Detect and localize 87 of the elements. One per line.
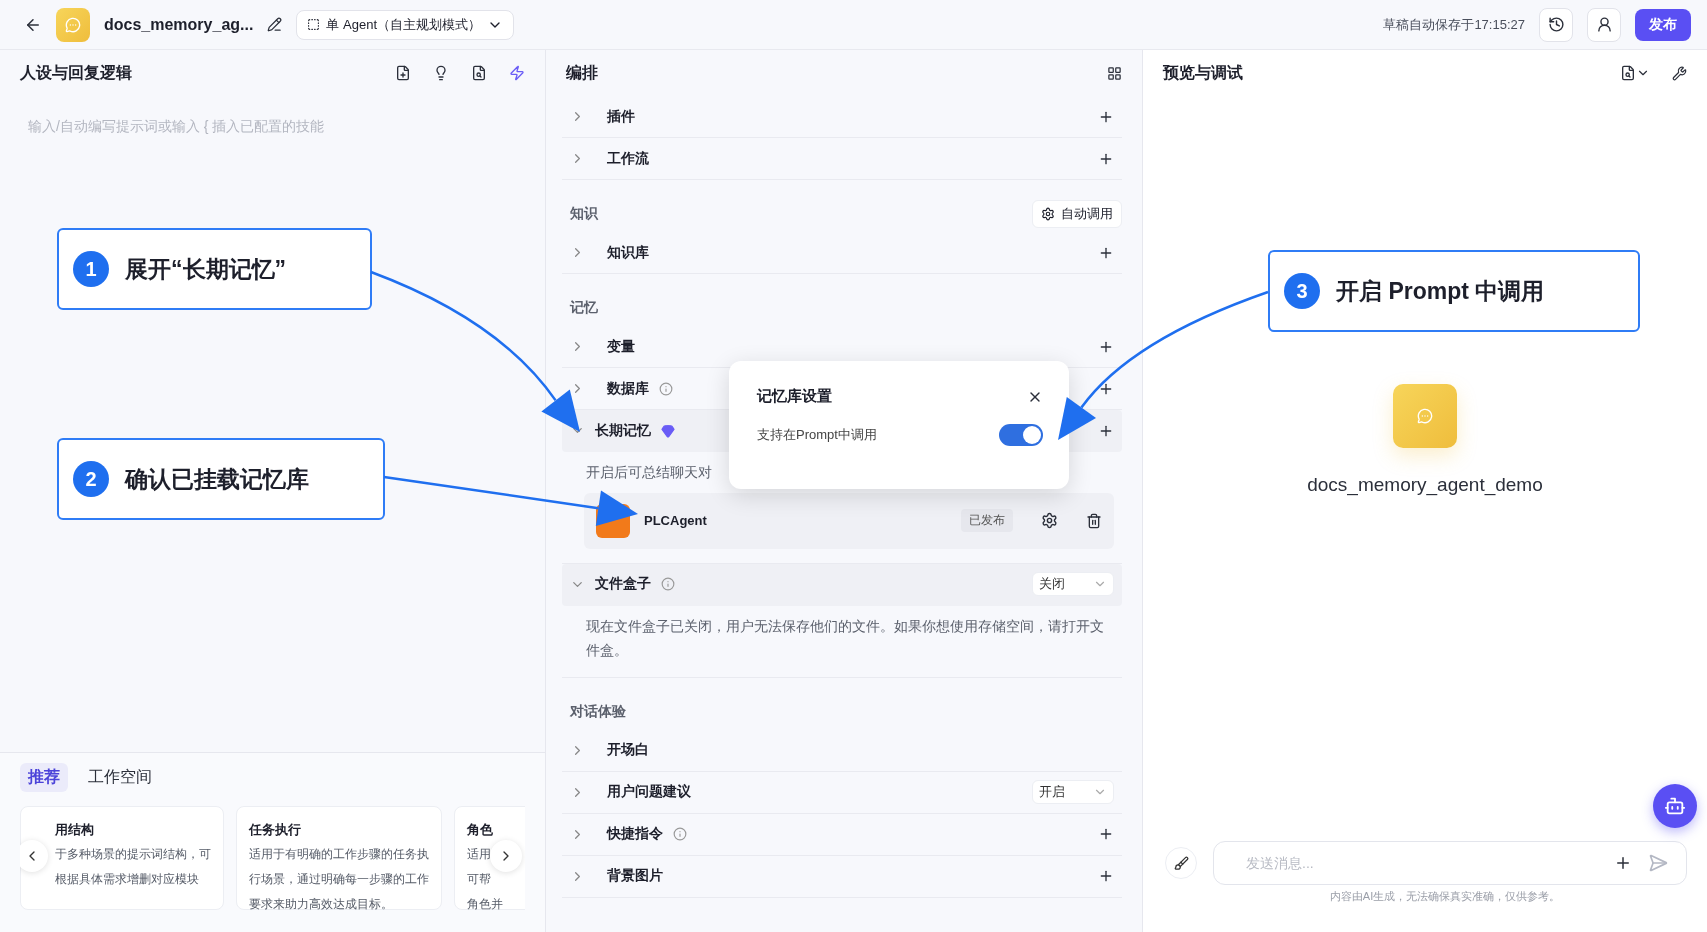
row-label: 文件盒子 (595, 575, 651, 593)
row-label: 背景图片 (607, 867, 663, 885)
card-text: 适用于有明确的工作步骤的任务执 (249, 846, 429, 863)
row-label: 开场白 (607, 741, 649, 759)
status-badge: 已发布 (961, 509, 1013, 532)
row-label: 插件 (607, 107, 635, 126)
card-text: 可帮 (467, 871, 491, 889)
toggle-switch[interactable] (999, 424, 1043, 446)
template-card[interactable]: 角色 适用 可帮 角色并 (454, 806, 525, 910)
add-icon[interactable] (1614, 854, 1632, 872)
edit-icon[interactable] (267, 17, 283, 32)
settings-icon[interactable] (1041, 512, 1058, 529)
card-title: 角色 (467, 821, 493, 839)
auto-call-button[interactable]: 自动调用 (1032, 200, 1122, 228)
document-dropdown-icon[interactable] (1620, 65, 1650, 81)
card-text: 要求来助力高效达成目标。 (249, 896, 393, 910)
file-search-icon[interactable] (471, 65, 487, 81)
wrench-icon[interactable] (1672, 65, 1687, 81)
row-label: 变量 (607, 337, 635, 356)
trash-icon[interactable] (1086, 512, 1102, 529)
dropdown[interactable]: 开启 (1032, 780, 1114, 804)
card-title: 任务执行 (249, 821, 301, 839)
panel-title: 预览与调试 (1163, 62, 1243, 83)
lightning-icon[interactable] (509, 65, 525, 81)
template-card[interactable]: 任务执行 适用于有明确的工作步骤的任务执 行场景，通过明确每一步骤的工作 要求来助力高效达成目标。 (236, 806, 442, 910)
history-icon[interactable] (1539, 7, 1573, 42)
message-field[interactable]: 发送消息... (1244, 854, 1598, 872)
section-row[interactable]: 背景图片 (562, 855, 1122, 898)
section-row[interactable]: 快捷指令 (562, 813, 1122, 856)
app-icon (56, 7, 90, 42)
row-label: 用户问题建议 (607, 783, 691, 801)
agent-avatar (1393, 384, 1457, 448)
mode-dropdown[interactable]: 单 Agent（自主规划模式） (296, 9, 514, 40)
callout-text: 确认已挂载记忆库 (125, 464, 309, 494)
template-card[interactable]: 用结构 于多种场景的提示词结构，可 根据具体需求增删对应模块 (20, 806, 224, 910)
option-label: 支持在Prompt中调用 (757, 426, 877, 444)
panel-title: 编排 (566, 62, 598, 83)
add-icon[interactable] (1098, 868, 1114, 884)
gear-icon (1041, 207, 1055, 221)
agent-name: PLCAgent (644, 513, 707, 528)
card-text: 角色并 (467, 896, 503, 910)
section-title: 记忆 (570, 299, 598, 317)
file-plus-icon[interactable] (395, 65, 411, 81)
row-label: 工作流 (607, 149, 649, 168)
person-icon[interactable] (1587, 7, 1621, 42)
dropdown[interactable]: 关闭 (1032, 572, 1114, 596)
app-name: docs_memory_ag... (104, 15, 254, 34)
tab[interactable]: 工作空间 (80, 763, 160, 792)
section-row[interactable]: 知识库 (562, 232, 1122, 274)
card-text: 于多种场景的提示词结构，可 (55, 846, 211, 863)
tab[interactable]: 推荐 (20, 763, 68, 792)
robot-icon (1664, 795, 1686, 817)
card-text: 根据具体需求增删对应模块 (55, 871, 199, 889)
card-text: 适用 (467, 846, 491, 863)
step-number: 2 (73, 461, 109, 497)
autosave-status: 草稿自动保存于17:15:27 (1383, 15, 1525, 34)
message-bar[interactable]: 发送消息... (1213, 841, 1687, 885)
row-label: 长期记忆 (595, 421, 651, 440)
grid-icon[interactable] (1107, 65, 1122, 81)
row-label: 快捷指令 (607, 825, 663, 843)
section-row[interactable]: 插件 (562, 96, 1122, 138)
description: 现在文件盒子已关闭，用户无法保存他们的文件。如果你想使用存储空间，请打开文件盒。 (586, 616, 1105, 660)
bot-button[interactable] (1653, 784, 1697, 828)
step-number: 1 (73, 251, 109, 287)
section-row[interactable]: 工作流 (562, 138, 1122, 180)
brush-icon[interactable] (1165, 847, 1197, 879)
callout-text: 展开“长期记忆” (125, 254, 286, 284)
add-icon[interactable] (1098, 826, 1114, 842)
row-label: 数据库 (607, 379, 649, 398)
section-title: 对话体验 (570, 702, 626, 721)
disclaimer: 内容由AI生成，无法确保真实准确，仅供参考。 (1329, 889, 1561, 904)
card-text: 行场景，通过明确每一步骤的工作 (249, 871, 429, 889)
step-number: 3 (1284, 273, 1320, 309)
publish-button[interactable]: 发布 (1635, 8, 1691, 41)
agent-name: docs_memory_agent_demo (1307, 474, 1543, 496)
callout-text: 开启 Prompt 中调用 (1336, 276, 1545, 306)
lightbulb-icon[interactable] (433, 65, 449, 81)
card-title: 用结构 (55, 821, 94, 839)
section-row[interactable]: 文件盒子 关闭 (562, 563, 1122, 606)
row-label: 知识库 (607, 243, 649, 262)
section-row[interactable]: 用户问题建议 开启 (562, 771, 1122, 814)
square-icon (307, 18, 321, 31)
popup-title: 记忆库设置 (757, 387, 832, 406)
section-title: 知识 (570, 205, 598, 223)
section-row[interactable]: 开场白 (562, 729, 1122, 772)
description: 开启后可总结聊天对 (586, 463, 713, 482)
panel-title: 人设与回复逻辑 (20, 62, 132, 83)
